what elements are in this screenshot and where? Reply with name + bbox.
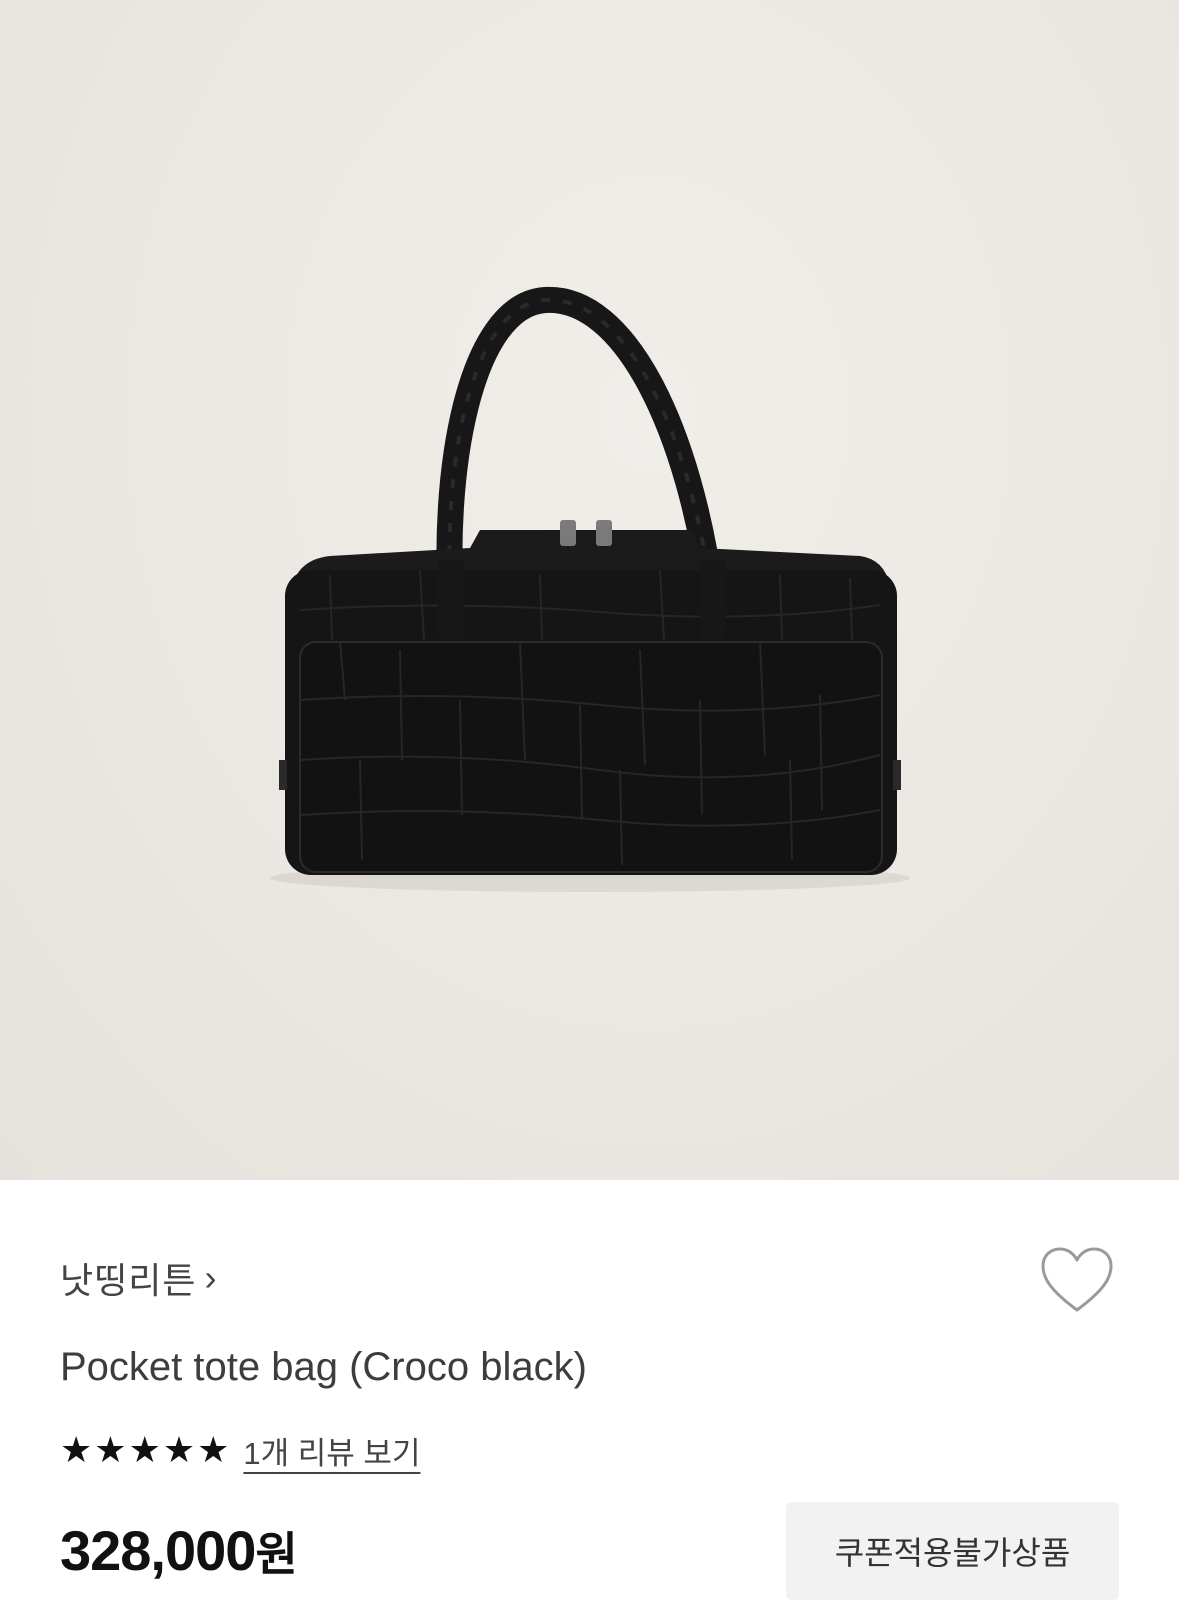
star-filled-icon: ★ — [197, 1429, 230, 1471]
chevron-right-icon: › — [204, 1257, 217, 1298]
star-rating: ★ ★ ★ ★ ★ — [60, 1429, 230, 1471]
coupon-notice-badge: 쿠폰적용불가상품 — [786, 1502, 1119, 1600]
star-filled-icon: ★ — [94, 1429, 127, 1471]
star-filled-icon: ★ — [162, 1429, 196, 1471]
brand-link[interactable]: 낫띵리튼 › — [60, 1252, 216, 1304]
price: 328,000원 — [60, 1518, 298, 1584]
review-link[interactable]: 1개 리뷰 보기 — [243, 1428, 420, 1473]
star-filled-icon: ★ — [128, 1429, 161, 1471]
brand-name: 낫띵리튼 — [60, 1260, 197, 1301]
heart-outline-icon[interactable] — [1040, 1246, 1114, 1314]
rating-row: ★ ★ ★ ★ ★ 1개 리뷰 보기 — [60, 1428, 420, 1473]
product-image[interactable] — [0, 0, 1179, 1180]
bag-illustration — [270, 286, 910, 892]
price-unit: 원 — [255, 1528, 297, 1580]
star-filled-icon: ★ — [60, 1429, 93, 1471]
price-value: 328,000 — [60, 1519, 256, 1582]
product-title: Pocket tote bag (Croco black) — [60, 1345, 587, 1389]
